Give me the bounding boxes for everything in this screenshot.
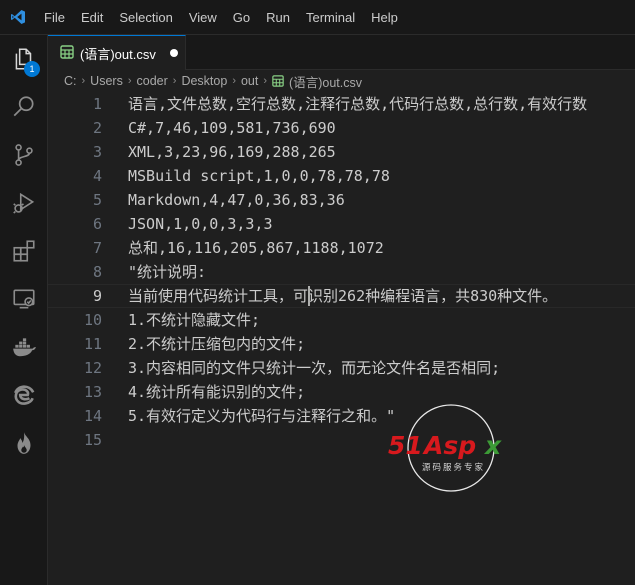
svg-text:Asp: Asp: [422, 431, 476, 460]
menu-file[interactable]: File: [36, 0, 73, 35]
menu-run[interactable]: Run: [258, 0, 298, 35]
menu-view[interactable]: View: [181, 0, 225, 35]
source-control-icon: [11, 142, 37, 172]
edge-button[interactable]: [0, 373, 48, 421]
chevron-right-icon: ›: [263, 75, 268, 87]
extensions-button[interactable]: [0, 229, 48, 277]
line-text[interactable]: 总和,16,116,205,867,1188,1072: [128, 236, 384, 260]
line-number: 1: [92, 95, 102, 113]
code-editor[interactable]: 1 语言,文件总数,空行总数,注释行总数,代码行总数,总行数,有效行数 2 C#…: [48, 92, 635, 585]
edge-icon: [11, 382, 37, 412]
chevron-right-icon: ›: [127, 75, 132, 87]
code-line[interactable]: 1 语言,文件总数,空行总数,注释行总数,代码行总数,总行数,有效行数: [48, 92, 635, 116]
editor-tab-strip: (语言)out.csv: [48, 35, 635, 70]
breadcrumb-drive[interactable]: C:: [64, 74, 77, 88]
line-number: 8: [92, 263, 102, 281]
line-text[interactable]: 2.不统计压缩包内的文件;: [128, 332, 305, 356]
line-text[interactable]: Markdown,4,47,0,36,83,36: [128, 188, 345, 212]
line-number: 2: [92, 119, 102, 137]
breadcrumb-desktop[interactable]: Desktop: [181, 74, 227, 88]
remote-explorer-icon: [11, 286, 37, 316]
line-text[interactable]: "统计说明:: [128, 260, 206, 284]
line-text[interactable]: 5.有效行定义为代码行与注释行之和。": [128, 404, 395, 428]
title-bar: File Edit Selection View Go Run Terminal…: [0, 0, 635, 35]
code-line[interactable]: 10 1.不统计隐藏文件;: [48, 308, 635, 332]
breadcrumb: C: › Users › coder › Desktop › out › (语言…: [48, 70, 635, 92]
explorer-badge: 1: [24, 61, 40, 77]
unsaved-dot-icon[interactable]: [169, 49, 178, 57]
activity-bar: 1: [0, 35, 48, 585]
code-line[interactable]: 4 MSBuild script,1,0,0,78,78,78: [48, 164, 635, 188]
docker-icon: [11, 334, 37, 364]
menu-edit[interactable]: Edit: [73, 0, 111, 35]
code-line[interactable]: 5 Markdown,4,47,0,36,83,36: [48, 188, 635, 212]
explorer-button[interactable]: 1: [0, 37, 48, 85]
breadcrumb-coder[interactable]: coder: [137, 74, 168, 88]
line-number: 7: [92, 239, 102, 257]
search-button[interactable]: [0, 85, 48, 133]
source-control-button[interactable]: [0, 133, 48, 181]
line-number: 6: [92, 215, 102, 233]
line-text[interactable]: JSON,1,0,0,3,3,3: [128, 212, 273, 236]
code-line[interactable]: 7 总和,16,116,205,867,1188,1072: [48, 236, 635, 260]
svg-text:x: x: [483, 431, 502, 460]
menu-selection[interactable]: Selection: [111, 0, 180, 35]
code-line[interactable]: 12 3.内容相同的文件只统计一次，而无论文件名是否相同;: [48, 356, 635, 380]
line-number: 12: [83, 359, 102, 377]
run-debug-icon: [11, 190, 37, 220]
line-number: 11: [83, 335, 102, 353]
code-line-current[interactable]: 9 当前使用代码统计工具，可识别262种编程语言，共830种文件。: [48, 284, 635, 308]
watermark-logo: 51 Asp x 源码服务专家: [386, 404, 526, 504]
line-number: 9: [92, 287, 102, 305]
breadcrumb-out[interactable]: out: [241, 74, 258, 88]
line-number: 10: [83, 311, 102, 329]
line-number: 3: [92, 143, 102, 161]
fire-button[interactable]: [0, 421, 48, 469]
csv-file-icon: [60, 44, 74, 63]
line-number: 13: [83, 383, 102, 401]
breadcrumb-file[interactable]: (语言)out.csv: [289, 72, 362, 91]
extensions-icon: [11, 238, 37, 268]
text-cursor: [308, 286, 310, 306]
menu-bar: File Edit Selection View Go Run Terminal…: [36, 0, 406, 35]
menu-help[interactable]: Help: [363, 0, 406, 35]
csv-file-icon: [272, 75, 284, 87]
tab-out-csv[interactable]: (语言)out.csv: [48, 35, 186, 70]
line-text[interactable]: 1.不统计隐藏文件;: [128, 308, 260, 332]
code-line[interactable]: 8 "统计说明:: [48, 260, 635, 284]
docker-button[interactable]: [0, 325, 48, 373]
line-number: 14: [83, 407, 102, 425]
line-text[interactable]: 当前使用代码统计工具，可识别262种编程语言，共830种文件。: [128, 284, 557, 308]
search-icon: [11, 94, 37, 124]
line-number: 4: [92, 167, 102, 185]
chevron-right-icon: ›: [172, 75, 177, 87]
chevron-right-icon: ›: [232, 75, 236, 87]
line-text[interactable]: 语言,文件总数,空行总数,注释行总数,代码行总数,总行数,有效行数: [128, 92, 587, 116]
remote-explorer-button[interactable]: [0, 277, 48, 325]
code-line[interactable]: 3 XML,3,23,96,169,288,265: [48, 140, 635, 164]
line-text[interactable]: XML,3,23,96,169,288,265: [128, 140, 336, 164]
line-text[interactable]: 3.内容相同的文件只统计一次，而无论文件名是否相同;: [128, 356, 500, 380]
menu-go[interactable]: Go: [225, 0, 258, 35]
code-line[interactable]: 13 4.统计所有能识别的文件;: [48, 380, 635, 404]
code-line[interactable]: 11 2.不统计压缩包内的文件;: [48, 332, 635, 356]
line-number: 15: [83, 431, 102, 449]
line-text[interactable]: C#,7,46,109,581,736,690: [128, 116, 336, 140]
line-text[interactable]: MSBuild script,1,0,0,78,78,78: [128, 164, 390, 188]
code-line[interactable]: 15: [48, 428, 635, 452]
tab-label: (语言)out.csv: [80, 46, 156, 62]
code-line[interactable]: 14 5.有效行定义为代码行与注释行之和。": [48, 404, 635, 428]
vscode-logo-icon: [0, 0, 36, 35]
chevron-right-icon: ›: [81, 75, 86, 87]
code-line[interactable]: 6 JSON,1,0,0,3,3,3: [48, 212, 635, 236]
svg-text:源码服务专家: 源码服务专家: [422, 462, 485, 473]
line-number: 5: [92, 191, 102, 209]
line-text[interactable]: 4.统计所有能识别的文件;: [128, 380, 305, 404]
breadcrumb-users[interactable]: Users: [90, 74, 123, 88]
run-debug-button[interactable]: [0, 181, 48, 229]
menu-terminal[interactable]: Terminal: [298, 0, 363, 35]
svg-text:51: 51: [388, 431, 423, 460]
fire-icon: [11, 430, 37, 460]
code-line[interactable]: 2 C#,7,46,109,581,736,690: [48, 116, 635, 140]
